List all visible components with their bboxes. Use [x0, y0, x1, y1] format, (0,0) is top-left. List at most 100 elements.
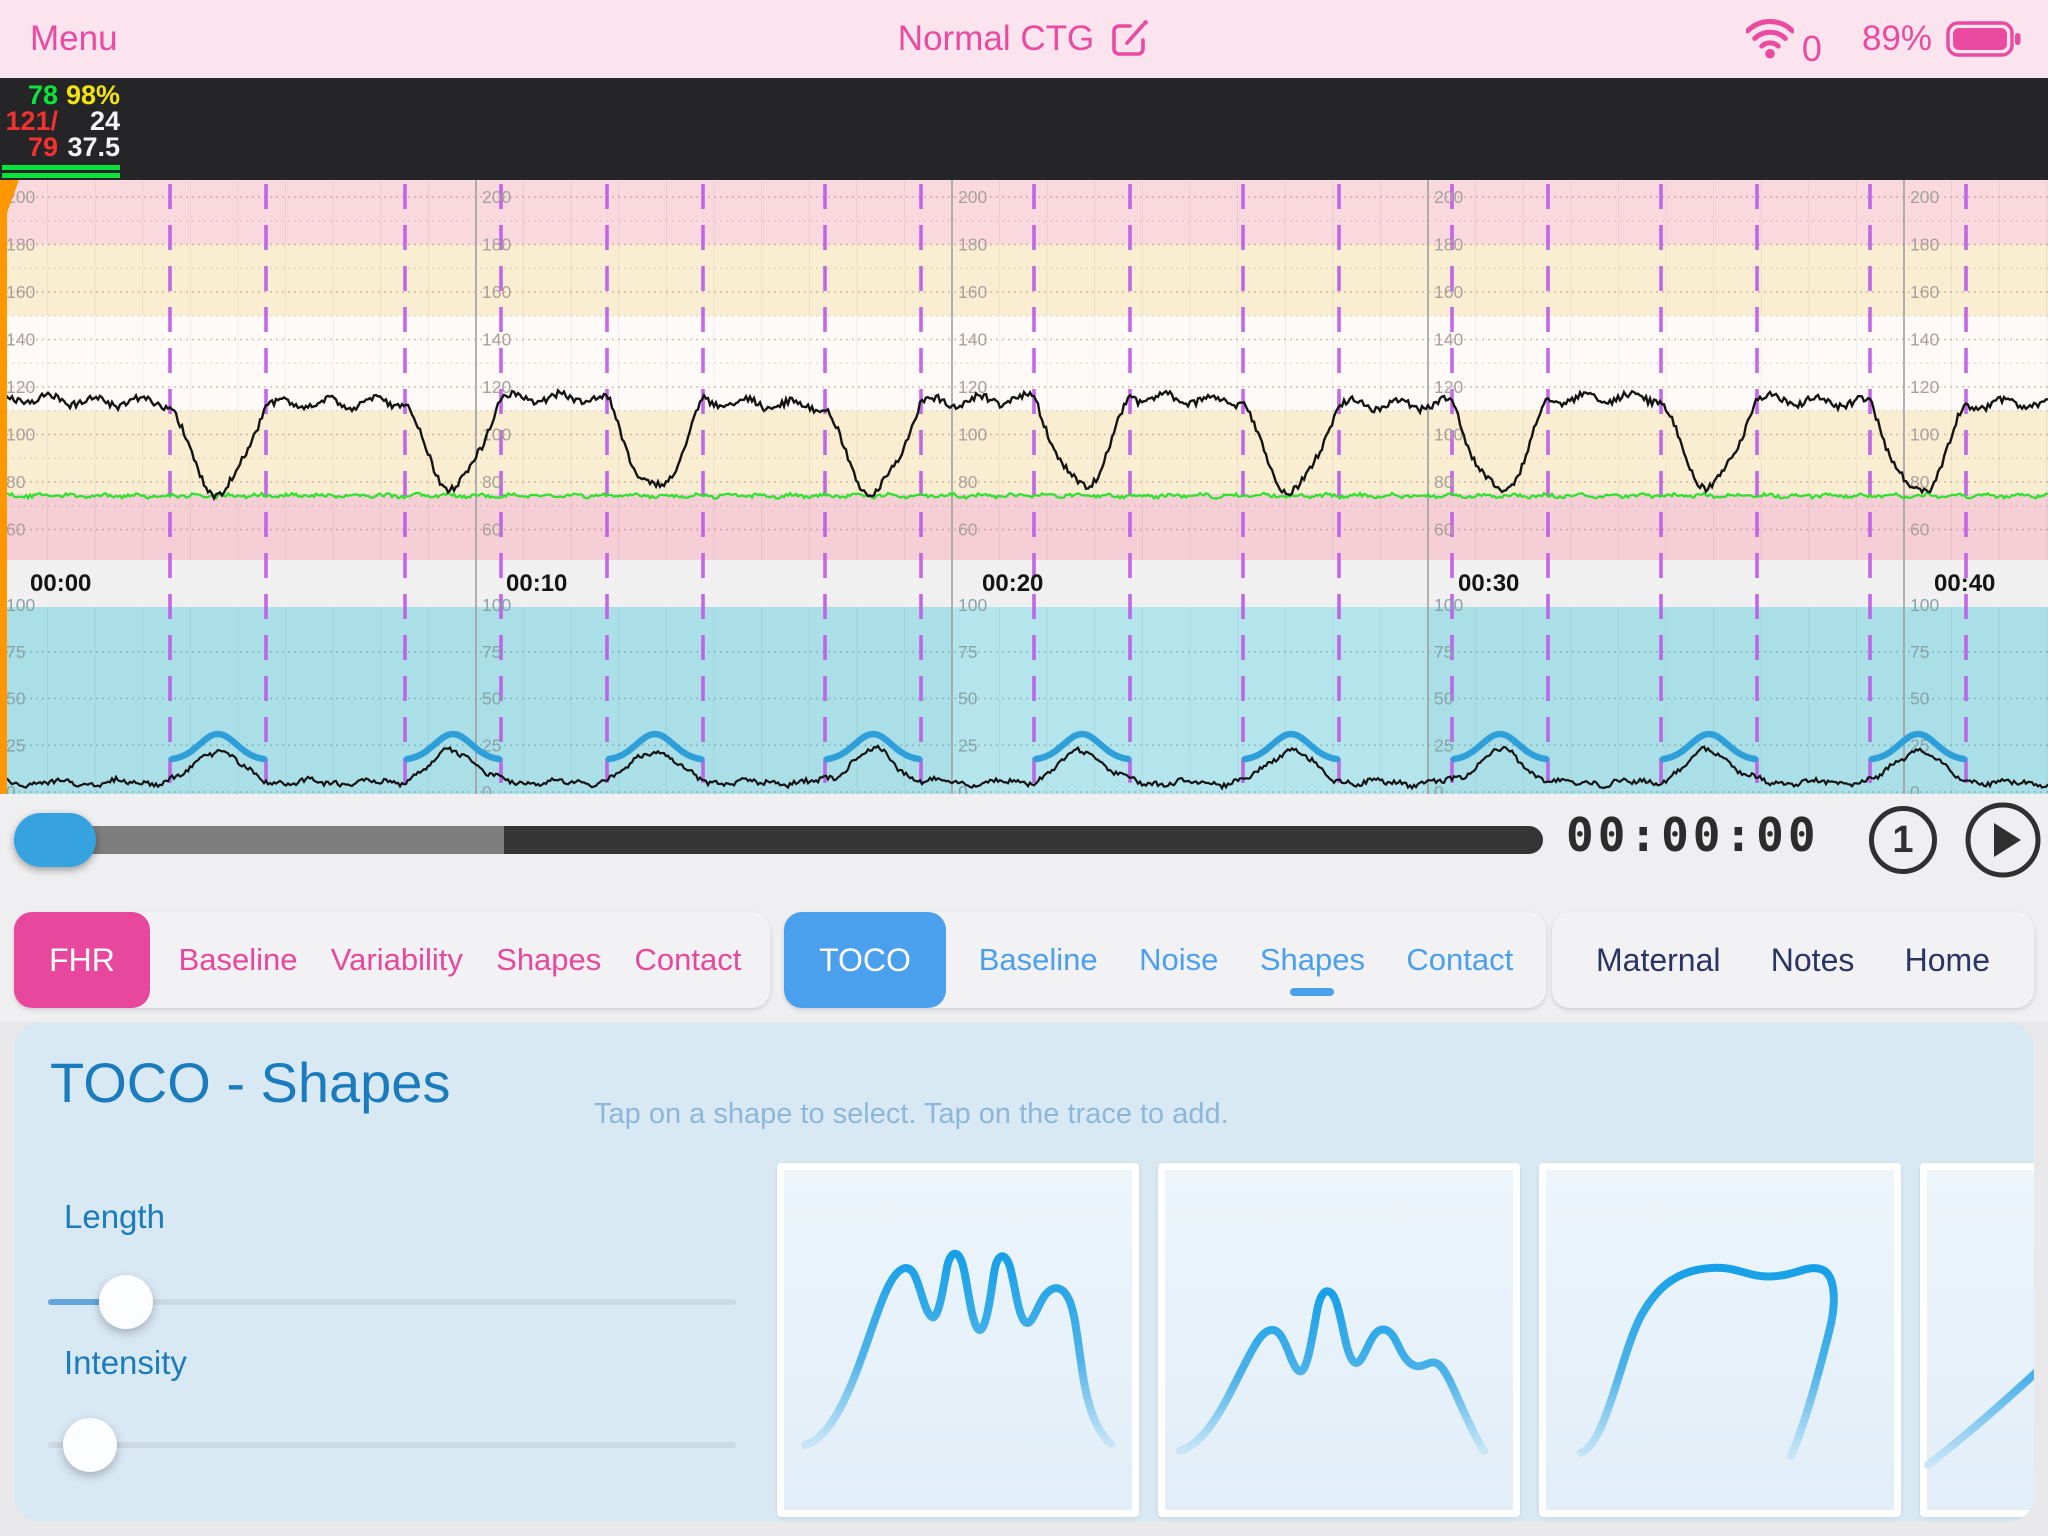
svg-text:50: 50 — [1434, 689, 1454, 709]
tab-toco-selected[interactable]: TOCO — [784, 912, 946, 1008]
svg-text:120: 120 — [1434, 377, 1463, 397]
wifi-icon — [1746, 19, 1794, 59]
svg-text:75: 75 — [1434, 642, 1453, 662]
vitals-green-bar — [2, 165, 120, 170]
svg-text:60: 60 — [958, 520, 978, 540]
svg-text:140: 140 — [958, 330, 987, 350]
svg-text:50: 50 — [1910, 689, 1930, 709]
svg-text:50: 50 — [6, 689, 26, 709]
svg-text:25: 25 — [1434, 735, 1453, 755]
tab-fhr-contact[interactable]: Contact — [635, 942, 742, 978]
panel-title: TOCO - Shapes — [50, 1050, 450, 1115]
vitals-green-bar — [2, 173, 120, 178]
svg-text:180: 180 — [6, 235, 35, 255]
edit-icon[interactable] — [1108, 18, 1150, 60]
svg-text:180: 180 — [1910, 235, 1939, 255]
progress-track[interactable] — [504, 826, 1543, 854]
battery-percent: 89% — [1862, 19, 1932, 59]
svg-text:50: 50 — [482, 689, 502, 709]
tab-maternal[interactable]: Maternal — [1596, 942, 1721, 979]
resp-rate-value: 24 — [62, 108, 120, 134]
tab-toco-noise[interactable]: Noise — [1139, 942, 1218, 978]
svg-text:60: 60 — [482, 520, 502, 540]
active-tab-indicator — [1290, 988, 1334, 996]
svg-text:200: 200 — [1910, 187, 1939, 207]
panel-hint: Tap on a shape to select. Tap on the tra… — [594, 1098, 1229, 1131]
scenario-title: Normal CTG — [898, 19, 1094, 59]
scenario-title-group: Normal CTG — [0, 0, 2048, 78]
intensity-slider-track[interactable] — [48, 1442, 736, 1448]
svg-text:80: 80 — [482, 472, 502, 492]
fhr-tab-bar: FHR Baseline Variability Shapes Contact — [14, 912, 770, 1008]
battery-icon — [1946, 20, 2022, 58]
pulse-value: 78 — [0, 82, 58, 108]
svg-text:100: 100 — [6, 595, 35, 615]
svg-text:140: 140 — [6, 330, 35, 350]
tab-home[interactable]: Home — [1905, 942, 1990, 979]
tab-fhr-selected[interactable]: FHR — [14, 912, 150, 1008]
svg-text:00:40: 00:40 — [1934, 570, 1995, 597]
shape-card-plateau[interactable] — [1539, 1163, 1901, 1517]
play-button[interactable] — [1963, 800, 2043, 880]
svg-text:100: 100 — [1434, 595, 1463, 615]
svg-text:180: 180 — [958, 235, 987, 255]
svg-text:0: 0 — [1910, 782, 1920, 794]
svg-text:160: 160 — [1434, 282, 1463, 302]
ctg-chart[interactable]: 200 180 160 140 120 100 80 60 100 75 50 25 0 00:00 200… — [0, 180, 2048, 794]
svg-text:100: 100 — [1910, 595, 1939, 615]
svg-text:00:20: 00:20 — [982, 570, 1043, 597]
svg-text:75: 75 — [958, 642, 977, 662]
svg-text:00:00: 00:00 — [30, 570, 91, 597]
tab-fhr-baseline[interactable]: Baseline — [179, 942, 298, 978]
svg-text:00:10: 00:10 — [506, 570, 567, 597]
svg-text:200: 200 — [1434, 187, 1463, 207]
svg-text:160: 160 — [958, 282, 987, 302]
svg-text:180: 180 — [482, 235, 511, 255]
tab-fhr-variability[interactable]: Variability — [331, 942, 463, 978]
tab-toco-shapes[interactable]: Shapes — [1260, 942, 1365, 978]
svg-text:75: 75 — [6, 642, 25, 662]
svg-text:100: 100 — [958, 595, 987, 615]
svg-text:160: 160 — [6, 282, 35, 302]
svg-text:140: 140 — [1434, 330, 1463, 350]
tab-toco-shapes-label: Shapes — [1260, 942, 1365, 977]
svg-text:75: 75 — [1910, 642, 1929, 662]
tab-fhr-shapes[interactable]: Shapes — [496, 942, 601, 978]
svg-text:120: 120 — [482, 377, 511, 397]
toco-tab-bar: TOCO Baseline Noise Shapes Contact — [784, 912, 1546, 1008]
maternal-vitals-strip: 78 121/ 79 98% 24 37.5 — [0, 78, 2048, 180]
ctg-svg: 200 180 160 140 120 100 80 60 100 75 50 25 0 00:00 200… — [0, 180, 2048, 794]
progress-thumb[interactable] — [14, 813, 96, 867]
temperature-value: 37.5 — [62, 134, 120, 160]
toco-tab-items: Baseline Noise Shapes Contact — [946, 942, 1546, 978]
length-slider-thumb[interactable] — [99, 1275, 153, 1329]
shape-card-ramp-up[interactable] — [1920, 1163, 2034, 1517]
status-bar: Menu Normal CTG 0 89% — [0, 0, 2048, 78]
svg-text:200: 200 — [482, 187, 511, 207]
svg-text:80: 80 — [6, 472, 26, 492]
toco-shapes-panel: TOCO - Shapes Tap on a shape to select. … — [14, 1022, 2034, 1522]
intensity-slider-thumb[interactable] — [63, 1418, 117, 1472]
speed-button[interactable]: 1 — [1869, 806, 1937, 874]
svg-text:100: 100 — [6, 425, 35, 445]
shape-card-multi-peak[interactable] — [777, 1163, 1139, 1517]
svg-text:80: 80 — [1434, 472, 1454, 492]
svg-text:25: 25 — [958, 735, 977, 755]
tab-toco-baseline[interactable]: Baseline — [979, 942, 1098, 978]
svg-text:160: 160 — [1910, 282, 1939, 302]
svg-text:100: 100 — [1910, 425, 1939, 445]
svg-text:100: 100 — [1434, 425, 1463, 445]
fhr-tab-items: Baseline Variability Shapes Contact — [150, 942, 770, 978]
bp-diastolic-value: 79 — [0, 134, 58, 160]
spo2-value: 98% — [62, 82, 120, 108]
menu-button[interactable]: Menu — [30, 0, 118, 78]
tab-toco-contact[interactable]: Contact — [1406, 942, 1513, 978]
svg-text:60: 60 — [1910, 520, 1930, 540]
tab-notes[interactable]: Notes — [1771, 942, 1855, 979]
app-screen: Menu Normal CTG 0 89% — [0, 0, 2048, 1536]
svg-text:120: 120 — [6, 377, 35, 397]
svg-text:140: 140 — [482, 330, 511, 350]
shape-card-double-peak[interactable] — [1158, 1163, 1520, 1517]
svg-text:140: 140 — [1910, 330, 1939, 350]
elapsed-time: 00:00:00 — [1566, 808, 1820, 862]
